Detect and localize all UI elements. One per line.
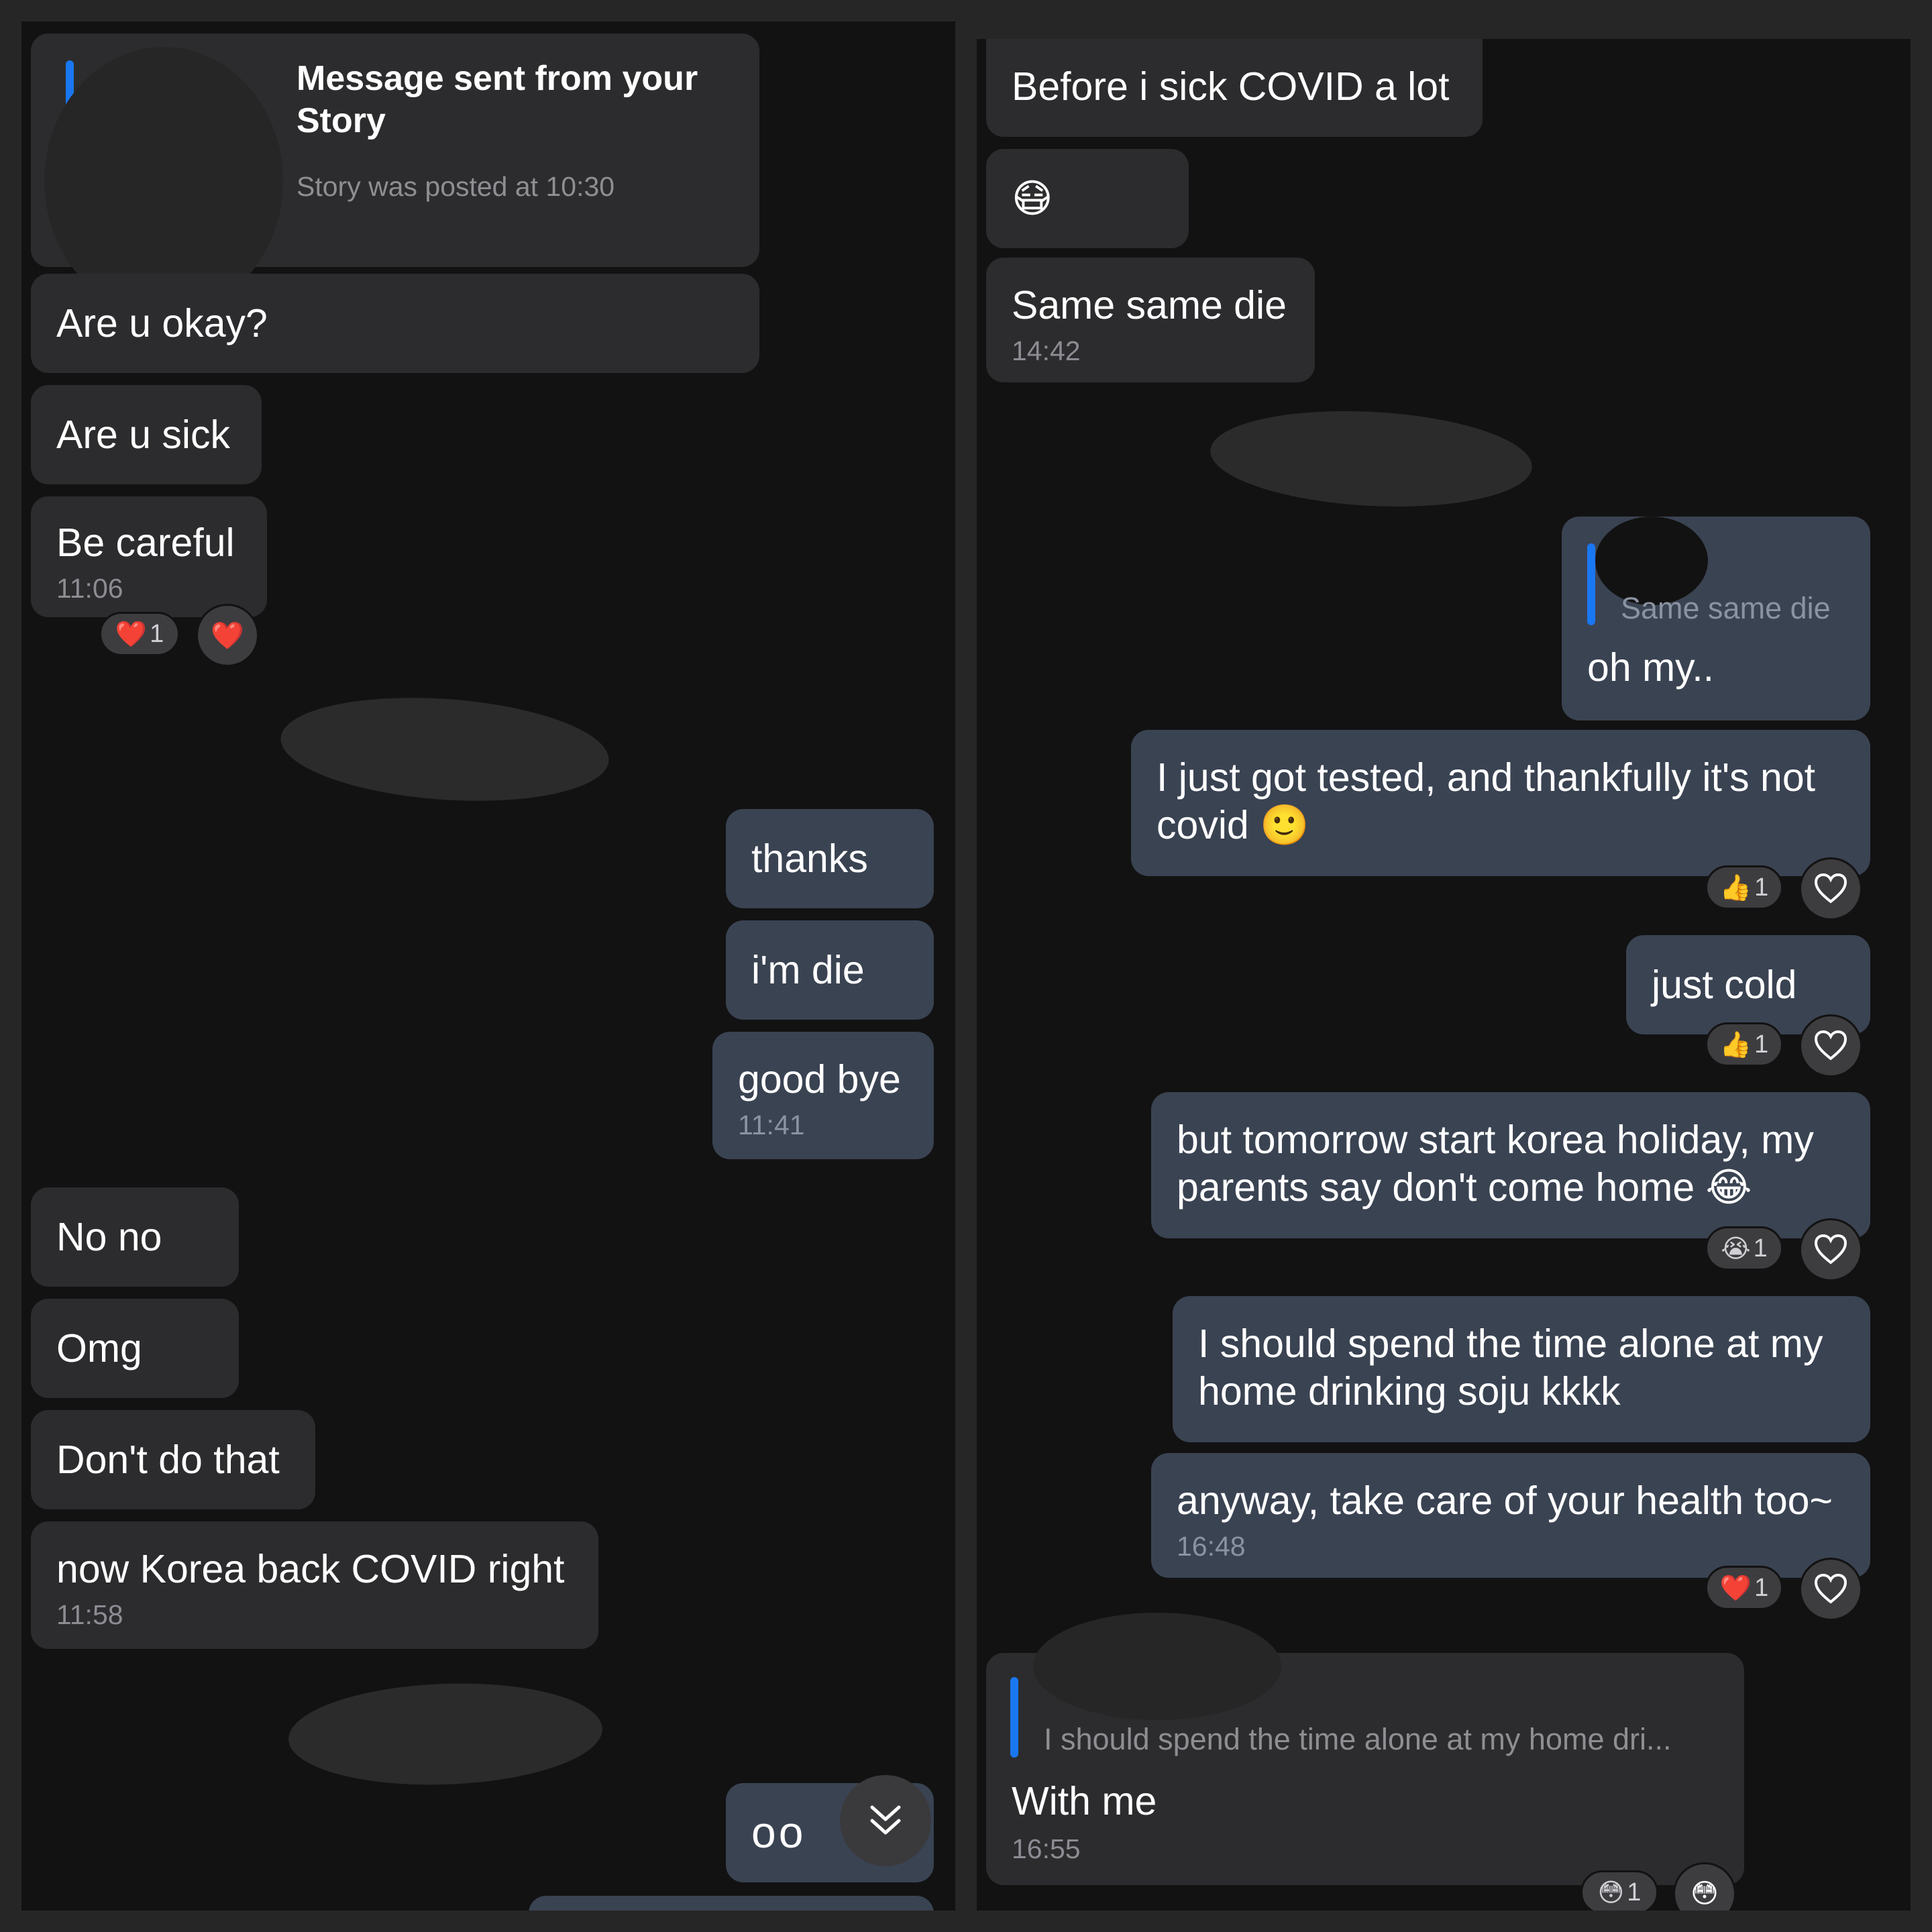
message-text: i'm die (751, 947, 865, 992)
reaction-thumbs-count[interactable]: 👍 1 (1705, 865, 1783, 910)
heart-react-button[interactable] (1799, 857, 1862, 920)
reply-quote-text: I should spend the time alone at my home… (1044, 1722, 1672, 1756)
message-bubble[interactable]: i'm die (726, 920, 934, 1020)
message-text: just cold (1652, 962, 1797, 1007)
reply-quote-bar (1010, 1677, 1018, 1758)
reaction-count: 1 (1627, 1878, 1642, 1907)
message-bubble[interactable]: Before i sick COVID a lot (986, 39, 1483, 137)
reply-quote-text: Same same die (1621, 591, 1831, 625)
redacted-area (1208, 403, 1535, 515)
message-text: thanks (751, 836, 868, 881)
message-bubble[interactable]: Are u okay? (31, 274, 759, 373)
message-text: anyway, take care of your health too~ (1177, 1479, 1833, 1523)
message-text: With me (1012, 1779, 1157, 1823)
reaction-flushed-count[interactable]: 😳 1 (1580, 1870, 1658, 1911)
message-text: 😷 (1012, 174, 1053, 221)
message-bubble[interactable]: Omg (31, 1299, 239, 1398)
heart-react-button[interactable] (1799, 1014, 1862, 1077)
reaction-count: 1 (1754, 1573, 1769, 1602)
reaction-count: 1 (1754, 873, 1769, 902)
reaction-heart-count[interactable]: ❤️ 1 (1705, 1566, 1783, 1610)
heart-react-button[interactable] (1799, 1218, 1862, 1281)
redacted-area (277, 688, 612, 811)
thumbs-up-icon: 👍 (1719, 1029, 1752, 1059)
message-bubble[interactable]: but tomorrow start korea holiday, my par… (1151, 1092, 1870, 1238)
message-bubble[interactable]: I just got tested, and thankfully it's n… (1131, 730, 1870, 876)
message-time: 11:41 (738, 1109, 805, 1140)
crying-face-icon: 😭 (1721, 1234, 1751, 1263)
message-time: 14:42 (1012, 335, 1081, 366)
reaction-count: 1 (150, 619, 164, 648)
message-text: I should spend the time alone at my home… (1198, 1322, 1823, 1413)
thumbs-up-icon: 👍 (1719, 872, 1752, 902)
heart-icon: ❤️ (211, 620, 244, 651)
message-time: 11:06 (56, 572, 123, 604)
message-bubble[interactable]: anyway, take care of your health too~ 16… (1151, 1453, 1870, 1578)
message-bubble[interactable]: Same same die 14:42 (986, 258, 1315, 382)
scroll-to-bottom-button[interactable] (840, 1775, 931, 1866)
story-reply-subtitle: Story was posted at 10:30 (297, 171, 615, 202)
partial-message-bubble (529, 1896, 934, 1911)
reply-message-bubble[interactable]: Same same die oh my.. (1562, 517, 1870, 720)
message-bubble[interactable]: No no (31, 1187, 239, 1287)
heart-outline-icon (1814, 1030, 1847, 1061)
heart-outline-icon (1814, 1574, 1847, 1604)
redacted-avatar (1033, 1613, 1281, 1720)
message-text: now Korea back COVID right (56, 1547, 565, 1591)
right-chat-panel: Before i sick COVID a lot 😷 Same same di… (977, 39, 1911, 1911)
heart-outline-icon (1814, 1234, 1847, 1265)
flushed-face-icon: 😳 (1597, 1878, 1625, 1907)
message-text: Same same die (1012, 283, 1287, 327)
message-text: oh my.. (1587, 645, 1715, 690)
reaction-thumbs-count[interactable]: 👍 1 (1705, 1022, 1783, 1067)
flushed-face-icon: 😳 (1690, 1878, 1719, 1909)
message-bubble[interactable]: I should spend the time alone at my home… (1173, 1296, 1870, 1442)
reaction-cry-count[interactable]: 😭 1 (1705, 1226, 1783, 1271)
heart-outline-icon (1814, 873, 1847, 904)
left-chat-panel: Message sent from your Story Story was p… (21, 21, 955, 1911)
story-reply-title: Message sent from your Story (297, 59, 698, 141)
message-time: 16:55 (1012, 1833, 1081, 1864)
message-text: but tomorrow start korea holiday, my par… (1177, 1118, 1814, 1210)
message-time: 11:58 (56, 1599, 123, 1630)
reaction-heart-count[interactable]: ❤️ 1 (99, 612, 180, 656)
message-text: oo (751, 1807, 806, 1858)
message-bubble[interactable]: now Korea back COVID right 11:58 (31, 1521, 598, 1649)
message-text: Be careful (56, 521, 235, 565)
message-text: Don't do that (56, 1437, 280, 1482)
message-bubble[interactable]: thanks (726, 809, 934, 908)
message-bubble[interactable]: Are u sick (31, 385, 262, 484)
story-reply-card[interactable]: Message sent from your Story Story was p… (31, 34, 759, 315)
message-text: I just got tested, and thankfully it's n… (1157, 755, 1816, 847)
heart-icon: ❤️ (115, 619, 148, 649)
heart-react-button[interactable] (1799, 1558, 1862, 1621)
message-text: Are u sick (56, 412, 231, 457)
heart-icon: ❤️ (1719, 1572, 1752, 1603)
message-bubble[interactable]: 😷 (986, 149, 1189, 248)
message-bubble[interactable]: Don't do that (31, 1410, 315, 1509)
message-text: No no (56, 1214, 162, 1259)
message-bubble[interactable]: Be careful 11:06 (31, 496, 267, 617)
heart-react-button[interactable]: ❤️ (196, 604, 259, 667)
message-text: good bye (738, 1057, 901, 1102)
redacted-area (286, 1678, 604, 1790)
chevron-double-down-icon (870, 1805, 901, 1835)
reply-message-bubble[interactable]: I should spend the time alone at my home… (986, 1613, 1744, 1885)
reply-quote-bar (1587, 543, 1595, 625)
message-text: Omg (56, 1326, 142, 1371)
reaction-count: 1 (1753, 1234, 1768, 1263)
message-text: Are u okay? (56, 301, 268, 345)
reaction-count: 1 (1754, 1030, 1769, 1059)
message-time: 16:48 (1177, 1530, 1246, 1562)
message-bubble[interactable]: good bye 11:41 (712, 1032, 934, 1159)
message-text: Before i sick COVID a lot (1012, 64, 1450, 109)
